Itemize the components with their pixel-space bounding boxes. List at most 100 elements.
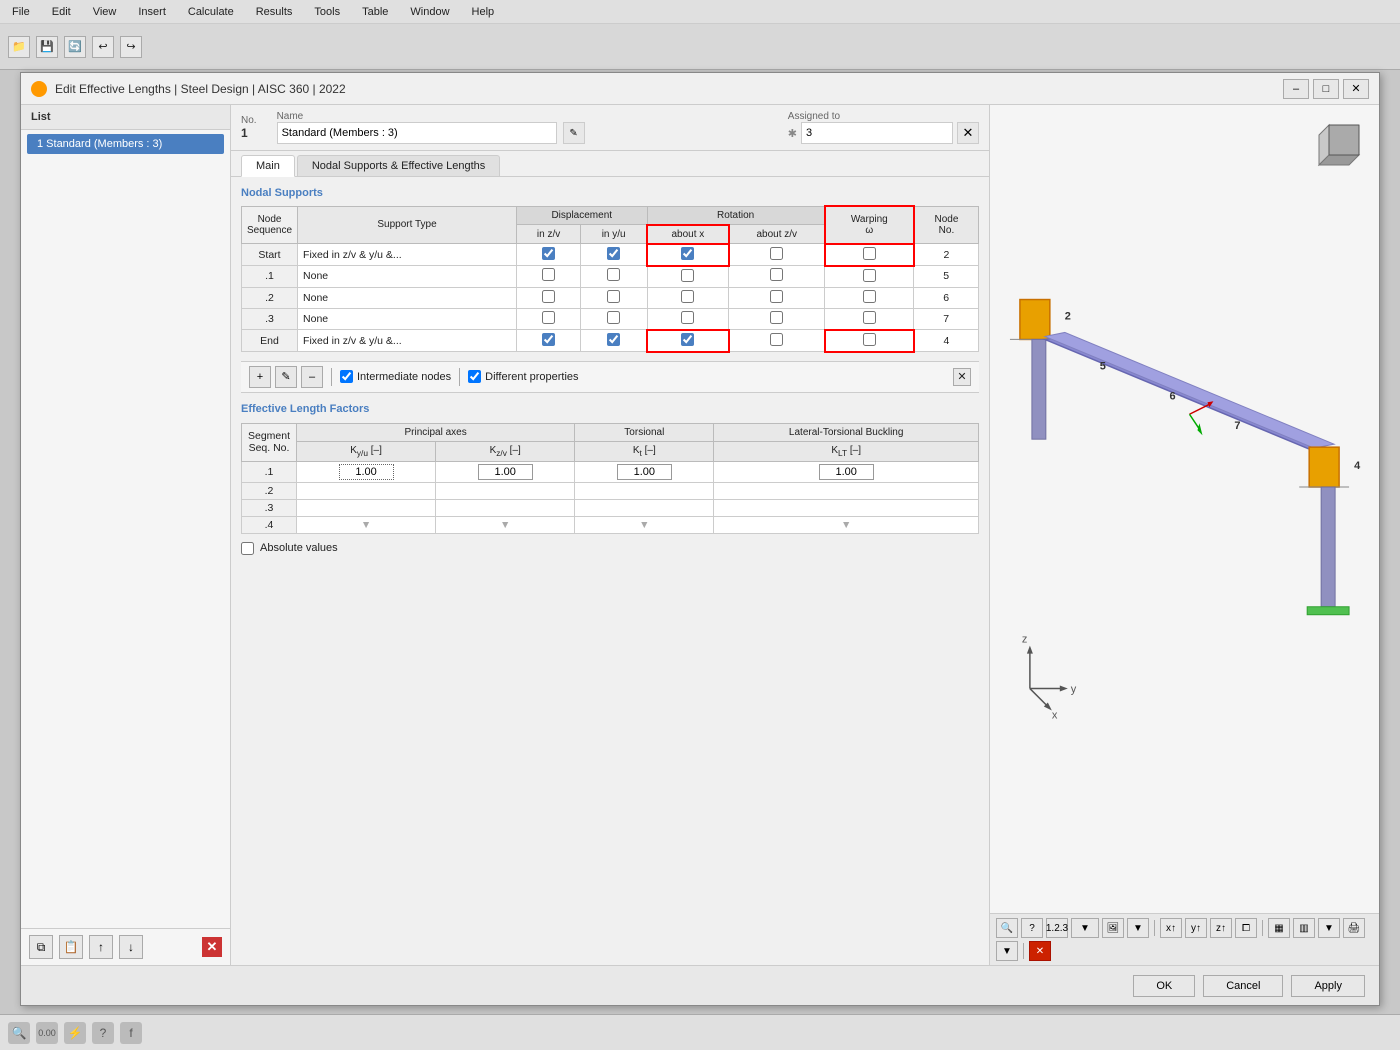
- paste-icon-btn[interactable]: 📋: [59, 935, 83, 959]
- cb-rot-x-1[interactable]: [647, 266, 729, 288]
- tab-nodal[interactable]: Nodal Supports & Effective Lengths: [297, 155, 500, 176]
- vp-btn-stop[interactable]: ✕: [1029, 941, 1051, 961]
- vp-btn-4[interactable]: ▼: [1071, 918, 1099, 938]
- minimize-button[interactable]: –: [1283, 79, 1309, 99]
- menu-window[interactable]: Window: [406, 4, 453, 20]
- elf-kyv-1[interactable]: [297, 461, 436, 482]
- different-properties-checkbox[interactable]: [468, 370, 481, 383]
- cb-disp-y-2[interactable]: [581, 287, 647, 308]
- taskbar-icon-bolt[interactable]: ⚡: [64, 1022, 86, 1044]
- cb-rot-x-3[interactable]: [647, 308, 729, 330]
- cb-disp-y-1[interactable]: [581, 266, 647, 288]
- elf-kzv-1[interactable]: [436, 461, 575, 482]
- cb-disp-z-start[interactable]: [516, 244, 580, 266]
- intermediate-nodes-label[interactable]: Intermediate nodes: [340, 370, 451, 383]
- cb-rot-z-end[interactable]: [729, 330, 825, 352]
- vp-btn-3[interactable]: 1.2.3: [1046, 918, 1068, 938]
- apply-button[interactable]: Apply: [1291, 975, 1365, 997]
- copy-icon-btn[interactable]: ⧉: [29, 935, 53, 959]
- cb-disp-y-3[interactable]: [581, 308, 647, 330]
- menu-calculate[interactable]: Calculate: [184, 4, 238, 20]
- toolbar-btn-2[interactable]: 💾: [36, 36, 58, 58]
- cb-disp-y-end[interactable]: [581, 330, 647, 352]
- name-input[interactable]: [277, 122, 557, 144]
- toolbar-btn-1[interactable]: 📁: [8, 36, 30, 58]
- cb-disp-z-2[interactable]: [516, 287, 580, 308]
- cb-rot-x-start[interactable]: [647, 244, 729, 266]
- dialog-icon: [31, 81, 47, 97]
- absolute-values-checkbox[interactable]: [241, 542, 254, 555]
- move-up-btn[interactable]: ↑: [89, 935, 113, 959]
- cb-warp-1[interactable]: [825, 266, 914, 288]
- elf-kt-1[interactable]: [575, 461, 714, 482]
- menu-table[interactable]: Table: [358, 4, 392, 20]
- menu-results[interactable]: Results: [252, 4, 297, 20]
- move-down-btn[interactable]: ↓: [119, 935, 143, 959]
- vp-btn-print[interactable]: 🖨: [1343, 918, 1365, 938]
- cb-warp-2[interactable]: [825, 287, 914, 308]
- vp-btn-1[interactable]: 🔍: [996, 918, 1018, 938]
- th-rotation: Rotation: [647, 206, 825, 225]
- cb-rot-z-3[interactable]: [729, 308, 825, 330]
- edit-row-button[interactable]: ✎: [275, 366, 297, 388]
- assigned-input[interactable]: [801, 122, 953, 144]
- cb-warp-3[interactable]: [825, 308, 914, 330]
- delete-row-button[interactable]: –: [301, 366, 323, 388]
- toolbar-x-button[interactable]: ✕: [953, 368, 971, 386]
- cb-warp-end[interactable]: [825, 330, 914, 352]
- menu-insert[interactable]: Insert: [134, 4, 170, 20]
- vp-btn-5[interactable]: 🖼: [1102, 918, 1124, 938]
- vp-btn-x1[interactable]: x↑: [1160, 918, 1182, 938]
- cb-disp-z-1[interactable]: [516, 266, 580, 288]
- elf-klt-1[interactable]: [714, 461, 979, 482]
- name-edit-button[interactable]: ✎: [563, 122, 585, 144]
- add-row-button[interactable]: +: [249, 366, 271, 388]
- taskbar-icon-help[interactable]: ?: [92, 1022, 114, 1044]
- list-item-1[interactable]: 1 Standard (Members : 3): [27, 134, 224, 154]
- different-properties-label[interactable]: Different properties: [468, 370, 578, 383]
- tab-main[interactable]: Main: [241, 155, 295, 177]
- cb-rot-z-2[interactable]: [729, 287, 825, 308]
- intermediate-nodes-checkbox[interactable]: [340, 370, 353, 383]
- toolbar-btn-5[interactable]: ↪: [120, 36, 142, 58]
- cb-rot-z-start[interactable]: [729, 244, 825, 266]
- cb-rot-x-2[interactable]: [647, 287, 729, 308]
- delete-button[interactable]: ✕: [202, 937, 222, 957]
- toolbar-btn-4[interactable]: ↩: [92, 36, 114, 58]
- taskbar-icon-font[interactable]: f: [120, 1022, 142, 1044]
- cb-warp-start[interactable]: [825, 244, 914, 266]
- maximize-button[interactable]: □: [1313, 79, 1339, 99]
- cb-disp-z-end[interactable]: [516, 330, 580, 352]
- vp-btn-2[interactable]: ?: [1021, 918, 1043, 938]
- menu-file[interactable]: File: [8, 4, 34, 20]
- toolbar-sep-1: [331, 368, 332, 386]
- taskbar-icon-search[interactable]: 🔍: [8, 1022, 30, 1044]
- ok-button[interactable]: OK: [1133, 975, 1195, 997]
- cancel-button[interactable]: Cancel: [1203, 975, 1283, 997]
- elf-kyv-2: [297, 482, 436, 499]
- no-value: 1: [241, 126, 248, 140]
- assigned-delete-button[interactable]: ✕: [957, 122, 979, 144]
- vp-btn-render[interactable]: ▥: [1293, 918, 1315, 938]
- menu-view[interactable]: View: [89, 4, 121, 20]
- menu-edit[interactable]: Edit: [48, 4, 75, 20]
- vp-btn-grid[interactable]: ▦: [1268, 918, 1290, 938]
- vp-btn-5b[interactable]: ▼: [1318, 918, 1340, 938]
- cb-disp-y-start[interactable]: [581, 244, 647, 266]
- toolbar-btn-3[interactable]: 🔄: [64, 36, 86, 58]
- elf-seq-2: .2: [242, 482, 297, 499]
- cb-rot-z-1[interactable]: [729, 266, 825, 288]
- menu-tools[interactable]: Tools: [310, 4, 344, 20]
- taskbar-icon-value[interactable]: 0.00: [36, 1022, 58, 1044]
- vp-btn-6b[interactable]: ▼: [996, 941, 1018, 961]
- vp-btn-6[interactable]: ▼: [1127, 918, 1149, 938]
- cb-disp-z-3[interactable]: [516, 308, 580, 330]
- vp-btn-y1[interactable]: y↑: [1185, 918, 1207, 938]
- menu-help[interactable]: Help: [468, 4, 499, 20]
- no-field: No. 1: [241, 115, 257, 140]
- cb-rot-x-end[interactable]: [647, 330, 729, 352]
- vp-btn-z1[interactable]: z↑: [1210, 918, 1232, 938]
- vp-btn-iso[interactable]: ⧠: [1235, 918, 1257, 938]
- th-displacement: Displacement: [516, 206, 647, 225]
- close-button[interactable]: ✕: [1343, 79, 1369, 99]
